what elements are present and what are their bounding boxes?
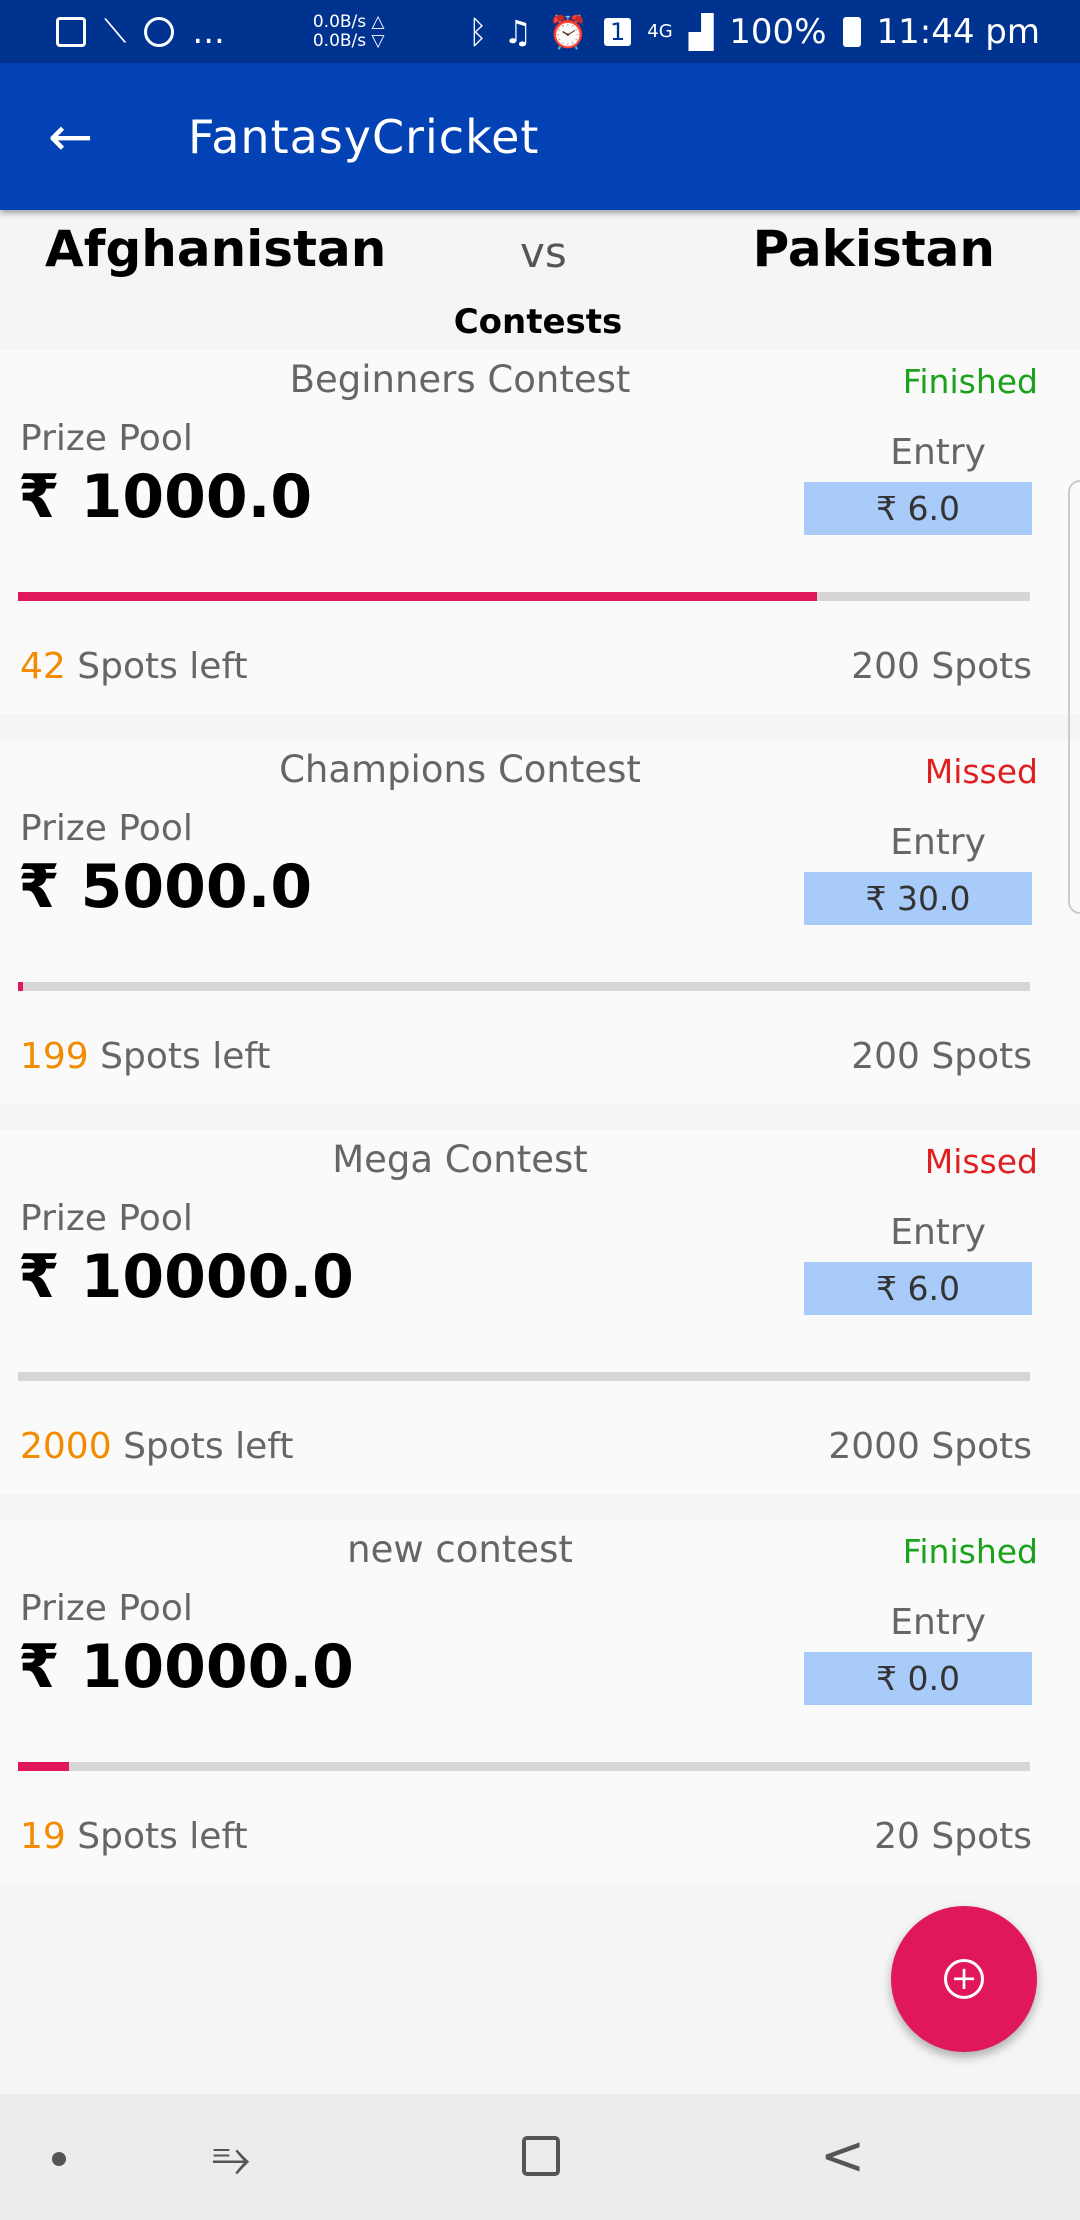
vs-label: vs	[520, 228, 567, 277]
download-speed: 0.0B/s ▽	[312, 30, 385, 51]
spots-progress-bar	[18, 1762, 1030, 1771]
prize-pool-value: ₹ 5000.0	[18, 852, 313, 922]
spots-left: 42 Spots left	[20, 646, 248, 687]
prize-pool-value: ₹ 10000.0	[18, 1242, 354, 1312]
prize-pool-label: Prize Pool	[20, 1198, 193, 1239]
notification-count-badge: 1	[604, 17, 632, 46]
spots-left-count: 19	[20, 1816, 66, 1857]
prize-pool-value: ₹ 10000.0	[18, 1632, 354, 1702]
contest-card[interactable]: Beginners Contest Finished Prize Pool ₹ …	[0, 350, 1080, 714]
spots-left-count: 199	[20, 1036, 89, 1077]
entry-fee-button[interactable]: ₹ 6.0	[804, 1262, 1032, 1315]
contest-card[interactable]: new contest Finished Prize Pool ₹ 10000.…	[0, 1520, 1080, 1884]
network-type: 4G	[647, 21, 673, 42]
app-title: FantasyCricket	[188, 109, 540, 164]
spots-progress-bar	[18, 592, 1030, 601]
section-title-text: Contests	[453, 302, 623, 342]
battery-percent: 100%	[729, 11, 827, 52]
spots-left-label: Spots left	[77, 1816, 248, 1857]
nav-dot-icon[interactable]	[52, 2152, 66, 2166]
spots-left-count: 42	[20, 646, 66, 687]
entry-label: Entry	[890, 432, 986, 473]
signal-off-icon: ⟍	[104, 12, 127, 50]
back-arrow-icon[interactable]: ←	[48, 109, 108, 164]
team-a-name: Afghanistan	[45, 220, 387, 278]
add-contest-button[interactable]: +	[891, 1906, 1037, 2052]
section-title: Contests	[0, 300, 1080, 350]
spots-progress-fill	[18, 1762, 69, 1771]
spots-progress-fill	[18, 982, 24, 991]
status-right: ᛒ ♫ ⏰ 1 4G ▟ 100% 11:44 pm	[468, 12, 1040, 52]
prize-pool-label: Prize Pool	[20, 1588, 193, 1629]
entry-label: Entry	[890, 822, 986, 863]
contest-name: Beginners Contest	[289, 358, 631, 401]
alarm-icon: ⏰	[548, 12, 588, 51]
contest-status: Finished	[902, 1532, 1038, 1571]
signal-icon: ▟	[688, 12, 714, 51]
app-bar: ← FantasyCricket	[0, 63, 1080, 210]
total-spots: 200 Spots	[851, 1036, 1032, 1077]
spots-left-label: Spots left	[123, 1426, 294, 1467]
add-circle-icon: +	[944, 1959, 984, 1999]
spots-progress-fill	[18, 592, 818, 601]
entry-fee-button[interactable]: ₹ 0.0	[804, 1652, 1032, 1705]
status-left: ⟍ ... 0.0B/s △ 0.0B/s ▽	[56, 12, 385, 52]
contest-status: Finished	[902, 362, 1038, 401]
contest-name: Champions Contest	[279, 748, 641, 791]
contest-name: new contest	[347, 1528, 573, 1571]
spots-left: 199 Spots left	[20, 1036, 271, 1077]
back-icon[interactable]: <	[820, 2124, 865, 2187]
prize-pool-value: ₹ 1000.0	[18, 462, 313, 532]
clock: 11:44 pm	[876, 11, 1041, 52]
badge-icon	[144, 16, 175, 47]
match-header: Afghanistan vs Pakistan	[0, 210, 1080, 300]
spots-left-label: Spots left	[100, 1036, 271, 1077]
entry-fee-button[interactable]: ₹ 30.0	[804, 872, 1032, 925]
entry-label: Entry	[890, 1602, 986, 1643]
contest-name: Mega Contest	[332, 1138, 588, 1181]
total-spots: 200 Spots	[851, 646, 1032, 687]
entry-label: Entry	[890, 1212, 986, 1253]
status-bar: ⟍ ... 0.0B/s △ 0.0B/s ▽ ᛒ ♫ ⏰ 1 4G ▟ 100…	[0, 0, 1080, 63]
mute-icon: ♫	[503, 12, 533, 51]
team-b-name: Pakistan	[752, 220, 995, 278]
contest-status: Missed	[924, 752, 1038, 791]
contest-card[interactable]: Mega Contest Missed Prize Pool ₹ 10000.0…	[0, 1130, 1080, 1494]
prize-pool-label: Prize Pool	[20, 808, 193, 849]
total-spots: 20 Spots	[874, 1816, 1032, 1857]
more-notifications: ...	[192, 11, 225, 52]
network-speed: 0.0B/s △ 0.0B/s ▽	[312, 11, 385, 51]
upload-speed: 0.0B/s △	[312, 11, 385, 32]
spots-left-count: 2000	[20, 1426, 112, 1467]
spots-progress-bar	[18, 982, 1030, 991]
bluetooth-icon: ᛒ	[468, 12, 488, 51]
contest-list[interactable]: Afghanistan vs Pakistan Contests Beginne…	[0, 210, 1080, 1910]
contest-card[interactable]: Champions Contest Missed Prize Pool ₹ 50…	[0, 740, 1080, 1104]
prize-pool-label: Prize Pool	[20, 418, 193, 459]
spots-progress-bar	[18, 1372, 1030, 1381]
battery-icon	[842, 16, 861, 47]
total-spots: 2000 Spots	[828, 1426, 1032, 1467]
home-icon[interactable]	[522, 2136, 560, 2176]
spots-left-label: Spots left	[77, 646, 248, 687]
contest-status: Missed	[924, 1142, 1038, 1181]
edge-panel-handle[interactable]	[1068, 480, 1080, 914]
system-nav-bar: ⥱ <	[0, 2094, 1080, 2220]
entry-fee-button[interactable]: ₹ 6.0	[804, 482, 1032, 535]
gallery-icon	[56, 16, 86, 47]
recent-apps-icon[interactable]: ⥱	[212, 2130, 250, 2187]
spots-left: 19 Spots left	[20, 1816, 248, 1857]
spots-left: 2000 Spots left	[20, 1426, 293, 1467]
